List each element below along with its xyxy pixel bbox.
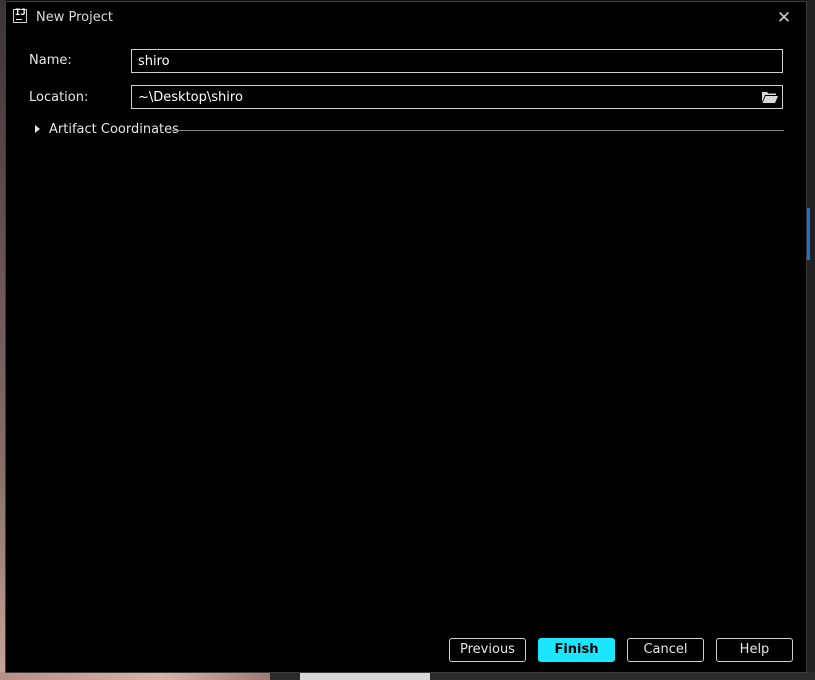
close-icon[interactable]: ✕ <box>774 8 794 28</box>
name-label: Name: <box>29 53 72 68</box>
desktop-wallpaper-bottom <box>0 672 270 680</box>
new-project-dialog: IJ New Project ✕ Name: Location: Artifac… <box>5 1 807 673</box>
artifact-coordinates-toggle[interactable]: Artifact Coordinates <box>34 121 784 139</box>
title-bar[interactable]: IJ New Project ✕ <box>6 2 806 34</box>
previous-button[interactable]: Previous <box>449 638 526 662</box>
cancel-button[interactable]: Cancel <box>627 638 704 662</box>
window-title: New Project <box>36 10 113 25</box>
background-window-right <box>807 0 815 680</box>
taskbar-strip <box>0 672 815 680</box>
section-divider <box>172 130 784 131</box>
finish-button[interactable]: Finish <box>538 638 615 662</box>
app-icon-underline <box>16 19 22 20</box>
help-button[interactable]: Help <box>716 638 793 662</box>
artifact-coordinates-label: Artifact Coordinates <box>49 122 179 137</box>
location-label: Location: <box>29 90 89 105</box>
intellij-app-icon: IJ <box>13 8 27 23</box>
app-icon-text: IJ <box>15 8 26 18</box>
background-window-bottom <box>300 672 430 680</box>
folder-open-icon[interactable] <box>761 89 779 105</box>
background-accent-bar <box>807 208 810 260</box>
name-input[interactable] <box>131 49 783 73</box>
location-input[interactable] <box>131 85 783 109</box>
expand-triangle-icon <box>35 125 40 133</box>
